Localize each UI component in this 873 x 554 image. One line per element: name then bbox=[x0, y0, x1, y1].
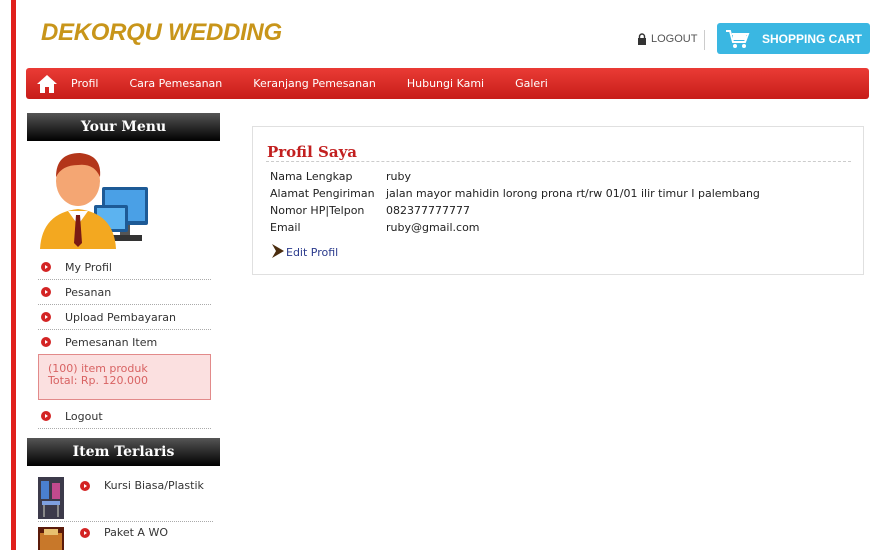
title-divider bbox=[266, 161, 851, 162]
logout-link[interactable]: LOGOUT bbox=[637, 33, 697, 45]
nav-profil[interactable]: Profil bbox=[71, 77, 98, 90]
edit-profile-label: Edit Profil bbox=[286, 246, 339, 259]
profile-label: Email bbox=[270, 221, 301, 234]
profile-label: Nama Lengkap bbox=[270, 170, 353, 183]
home-icon[interactable] bbox=[36, 74, 58, 94]
profile-value: jalan mayor mahidin lorong prona rt/rw 0… bbox=[386, 187, 760, 200]
chevron-right-icon bbox=[270, 243, 286, 259]
best-item-name: Kursi Biasa/Plastik bbox=[104, 479, 204, 492]
arrow-bullet-icon bbox=[80, 528, 90, 538]
menu-item-label: My Profil bbox=[65, 260, 112, 274]
lock-icon bbox=[637, 33, 647, 45]
menu-item-pesanan[interactable]: Pesanan bbox=[38, 280, 211, 305]
header-divider bbox=[704, 30, 705, 50]
your-menu-heading: Your Menu bbox=[27, 113, 220, 141]
menu-item-pemesanan-item[interactable]: Pemesanan Item bbox=[38, 330, 211, 354]
cart-summary-box: (100) item produk Total: Rp. 120.000 bbox=[38, 354, 211, 400]
nav-hubungi-kami[interactable]: Hubungi Kami bbox=[407, 77, 484, 90]
edit-profile-link[interactable]: Edit Profil bbox=[270, 243, 338, 259]
arrow-bullet-icon bbox=[41, 337, 51, 347]
arrow-bullet-icon bbox=[41, 287, 51, 297]
nav-galeri[interactable]: Galeri bbox=[515, 77, 548, 90]
profile-value: ruby bbox=[386, 170, 411, 183]
menu-item-my-profil[interactable]: My Profil bbox=[38, 255, 211, 280]
menu-item-logout[interactable]: Logout bbox=[38, 404, 211, 429]
profile-value: ruby@gmail.com bbox=[386, 221, 480, 234]
profile-label: Alamat Pengiriman bbox=[270, 187, 375, 200]
nav-keranjang-pemesanan[interactable]: Keranjang Pemesanan bbox=[253, 77, 376, 90]
menu-item-label: Pesanan bbox=[65, 285, 112, 299]
package-thumbnail bbox=[38, 527, 64, 550]
profile-label: Nomor HP|Telpon bbox=[270, 204, 365, 217]
best-item-name: Paket A WO bbox=[104, 526, 168, 539]
page-title: Profil Saya bbox=[267, 143, 357, 161]
nav-cara-pemesanan[interactable]: Cara Pemesanan bbox=[129, 77, 222, 90]
arrow-bullet-icon bbox=[41, 262, 51, 272]
arrow-bullet-icon bbox=[41, 411, 51, 421]
main-navbar: Profil Cara Pemesanan Keranjang Pemesana… bbox=[26, 68, 869, 99]
menu-item-label: Logout bbox=[65, 409, 103, 423]
profile-panel: Profil Saya Nama Lengkap ruby Alamat Pen… bbox=[252, 126, 864, 275]
chair-thumbnail bbox=[38, 477, 64, 519]
menu-item-label: Pemesanan Item bbox=[65, 335, 158, 349]
shopping-cart-button[interactable]: SHOPPING CART bbox=[717, 23, 870, 54]
menu-item-label: Upload Pembayaran bbox=[65, 310, 176, 324]
logout-link-label: LOGOUT bbox=[651, 33, 698, 45]
profile-value: 082377777777 bbox=[386, 204, 470, 217]
left-accent-bar bbox=[11, 0, 16, 550]
shopping-cart-icon bbox=[726, 29, 750, 49]
arrow-bullet-icon bbox=[41, 312, 51, 322]
user-avatar bbox=[38, 151, 150, 249]
arrow-bullet-icon bbox=[80, 481, 90, 491]
menu-item-upload-pembayaran[interactable]: Upload Pembayaran bbox=[38, 305, 211, 330]
best-item[interactable]: Kursi Biasa/Plastik bbox=[38, 477, 213, 522]
best-item[interactable]: Paket A WO bbox=[38, 524, 213, 550]
shopping-cart-label: SHOPPING CART bbox=[762, 31, 863, 46]
user-menu: My Profil Pesanan Upload Pembayaran Peme… bbox=[38, 255, 211, 429]
site-logo[interactable]: DEKORQU WEDDING bbox=[41, 19, 282, 47]
cart-total: Total: Rp. 120.000 bbox=[48, 374, 148, 387]
best-items-heading: Item Terlaris bbox=[27, 438, 220, 466]
